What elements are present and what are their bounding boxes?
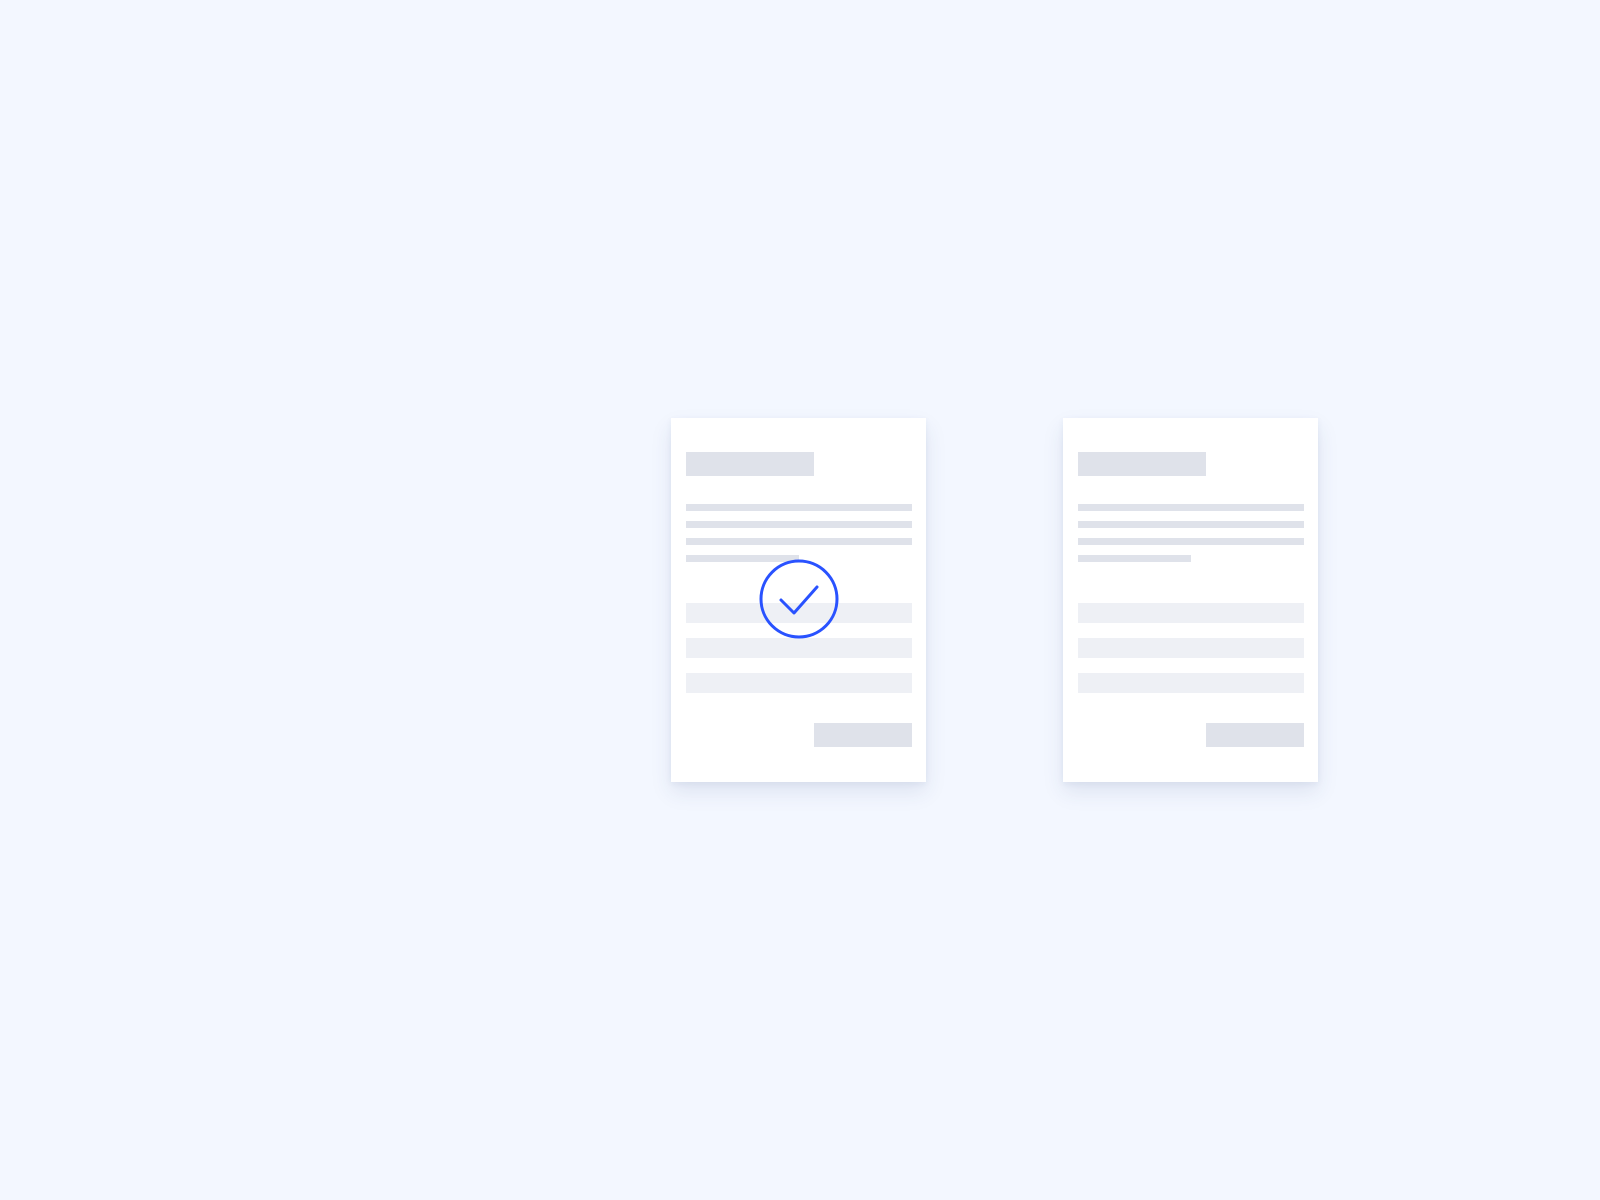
skeleton-text-line [686, 504, 912, 511]
page: { "theme": { "background": "#f3f7ff", "c… [0, 0, 1600, 1200]
skeleton-text-line [1078, 521, 1304, 528]
skeleton-text-line [1078, 504, 1304, 511]
check-circle-icon [759, 559, 839, 639]
skeleton-field [686, 673, 912, 693]
skeleton-field [686, 638, 912, 658]
skeleton-text-line [1078, 555, 1191, 562]
skeleton-text-line [686, 538, 912, 545]
skeleton-field [1078, 638, 1304, 658]
skeleton-text-line [686, 521, 912, 528]
skeleton-field [1078, 603, 1304, 623]
skeleton-title [1078, 452, 1206, 476]
skeleton-field [1078, 673, 1304, 693]
document-card-right[interactable] [1063, 418, 1318, 782]
skeleton-title [686, 452, 814, 476]
skeleton-button [1206, 723, 1304, 747]
skeleton-text-line [1078, 538, 1304, 545]
skeleton-button [814, 723, 912, 747]
